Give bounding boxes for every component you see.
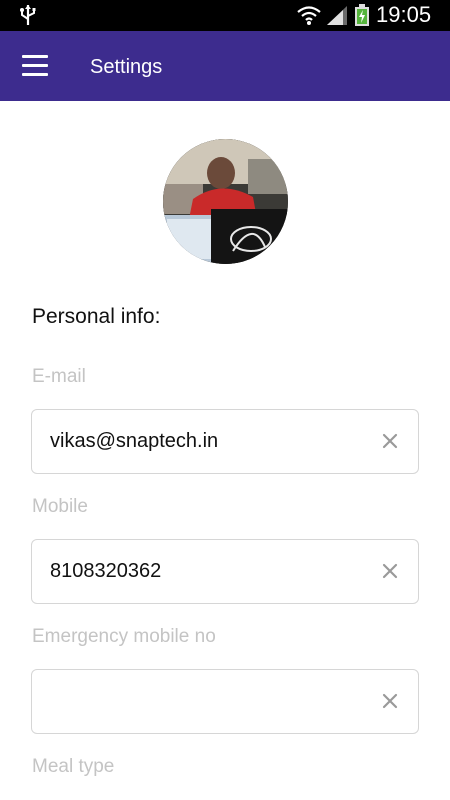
app-bar: Settings bbox=[0, 31, 450, 101]
wifi-icon bbox=[297, 6, 321, 25]
clear-email-icon[interactable] bbox=[380, 431, 400, 451]
email-field[interactable]: vikas@snaptech.in bbox=[31, 409, 419, 474]
mobile-value[interactable]: 8108320362 bbox=[50, 559, 161, 583]
personal-info-heading: Personal info: bbox=[32, 305, 161, 328]
mobile-field[interactable]: 8108320362 bbox=[31, 539, 419, 604]
meal-type-label: Meal type bbox=[32, 756, 115, 777]
status-bar: 19:05 bbox=[0, 0, 450, 31]
email-label: E-mail bbox=[32, 366, 86, 387]
clear-emergency-mobile-icon[interactable] bbox=[380, 691, 400, 711]
battery-icon bbox=[355, 4, 369, 26]
signal-icon bbox=[327, 6, 347, 25]
usb-icon bbox=[20, 5, 36, 25]
mobile-label: Mobile bbox=[32, 496, 88, 517]
clear-mobile-icon[interactable] bbox=[380, 561, 400, 581]
page-title: Settings bbox=[90, 56, 163, 78]
avatar-photo bbox=[163, 139, 288, 264]
emergency-mobile-label: Emergency mobile no bbox=[32, 626, 216, 647]
emergency-mobile-field[interactable] bbox=[31, 669, 419, 734]
status-time: 19:05 bbox=[376, 2, 432, 27]
hamburger-menu-icon[interactable] bbox=[22, 55, 48, 77]
profile-avatar[interactable] bbox=[163, 139, 288, 264]
email-value[interactable]: vikas@snaptech.in bbox=[50, 429, 218, 453]
